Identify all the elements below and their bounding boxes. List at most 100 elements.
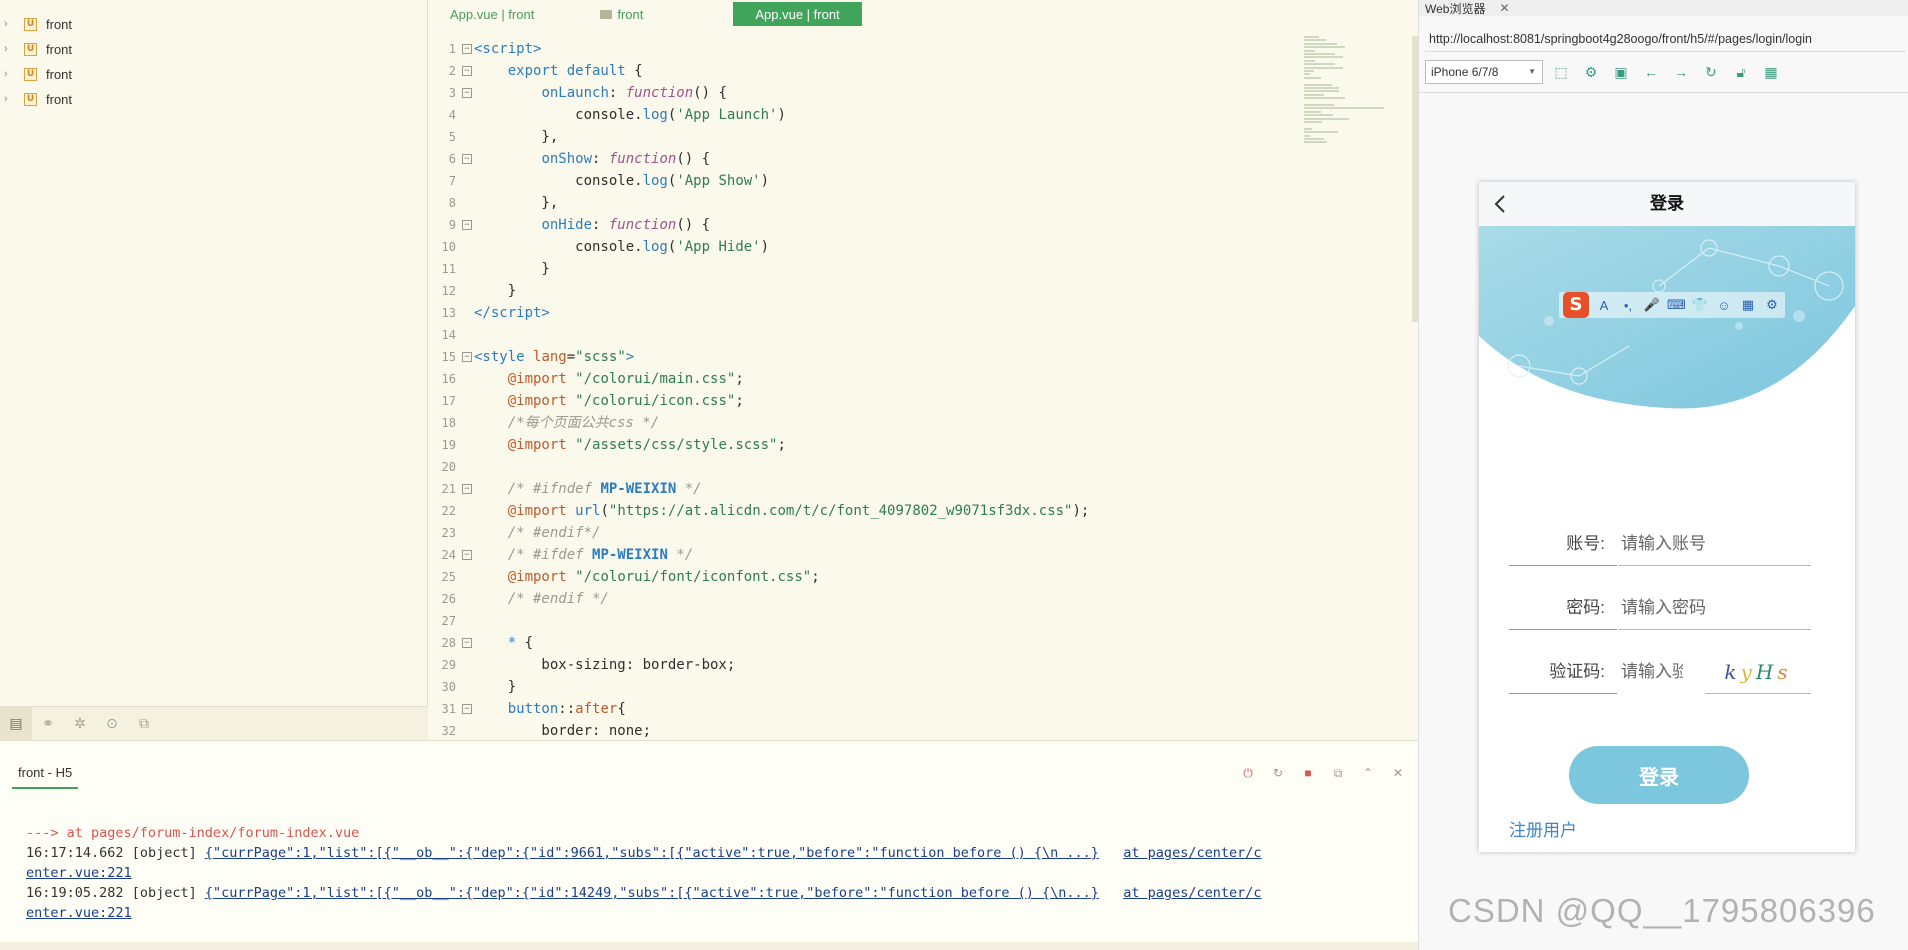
log-json-link[interactable]: {"currPage":1,"list":[{"__ob__":{"dep":{… <box>205 885 1099 901</box>
account-input[interactable] <box>1619 522 1811 566</box>
copy-icon[interactable]: ⧉ <box>1330 765 1346 781</box>
qrcode-icon[interactable]: ▦ <box>1759 60 1783 84</box>
url-bar[interactable]: http://localhost:8081/springboot4g28oogo… <box>1425 26 1905 52</box>
code-line: 8 }, <box>428 192 1308 214</box>
fold-toggle-icon[interactable]: − <box>462 220 472 230</box>
stop-icon[interactable]: ⏻ <box>1240 765 1256 781</box>
log-source-link-cont[interactable]: enter.vue:221 <box>26 905 132 921</box>
captcha-image[interactable]: kyHs <box>1705 650 1811 694</box>
fold-toggle-icon[interactable]: − <box>462 154 472 164</box>
search-tab-icon[interactable]: ⊙ <box>96 707 128 741</box>
log-source-link[interactable]: at pages/center/c <box>1123 885 1261 901</box>
line-number: 19 <box>441 438 456 452</box>
web-browser-panel: Web浏览器 ✕ http://localhost:8081/springboo… <box>1418 0 1908 950</box>
debug-tab-icon[interactable]: ✲ <box>64 707 96 741</box>
code-line: 14 <box>428 324 1308 346</box>
project-tree-item[interactable]: › Ufront <box>0 37 428 61</box>
line-number: 29 <box>441 658 456 672</box>
editor-tabs: App.vue | front front App.vue | front <box>428 0 1418 28</box>
log-json-link[interactable]: {"currPage":1,"list":[{"__ob__":{"dep":{… <box>205 845 1099 861</box>
fold-toggle-icon[interactable]: − <box>462 484 472 494</box>
login-button[interactable]: 登录 <box>1569 746 1749 804</box>
fold-toggle-icon[interactable]: − <box>462 44 472 54</box>
line-number: 9 <box>448 218 456 232</box>
history-tab-icon[interactable]: ⧉ <box>128 707 160 741</box>
line-number: 30 <box>441 680 456 694</box>
code-line: 24− /* #ifdef MP-WEIXIN */ <box>428 544 1308 566</box>
code-text: } <box>474 679 517 695</box>
code-minimap[interactable] <box>1300 36 1404 736</box>
project-tab-icon[interactable]: ▤ <box>0 706 32 741</box>
editor-tab-app-vue-active[interactable]: App.vue | front <box>733 2 862 26</box>
status-bar <box>0 942 1418 950</box>
code-line: 21− /* #ifndef MP-WEIXIN */ <box>428 478 1308 500</box>
code-line: 15− <style lang="scss"> <box>428 346 1308 368</box>
minimap-line <box>1304 117 1350 120</box>
ime-punctuation-icon[interactable]: •, <box>1619 298 1637 313</box>
ime-skin-icon[interactable]: 👕 <box>1691 297 1709 313</box>
fold-toggle-icon[interactable]: − <box>462 638 472 648</box>
lock-icon[interactable]: 🔓︎ <box>1729 60 1753 84</box>
code-line: 5 }, <box>428 126 1308 148</box>
fold-toggle-icon[interactable]: − <box>462 550 472 560</box>
screenshot-icon[interactable]: ⬚ <box>1549 60 1573 84</box>
password-input[interactable] <box>1619 586 1811 630</box>
browser-tab-bar: Web浏览器 ✕ <box>1419 0 1908 16</box>
collapse-icon[interactable]: ⌃ <box>1360 765 1376 781</box>
editor-tab-front[interactable]: front <box>556 2 665 26</box>
fold-toggle-icon[interactable]: − <box>462 88 472 98</box>
device-select[interactable]: iPhone 6/7/8 ▼ <box>1425 60 1543 84</box>
ime-apps-icon[interactable]: ▦ <box>1739 297 1757 313</box>
ime-keyboard-icon[interactable]: ⌨ <box>1667 297 1686 313</box>
code-text: onShow: function() { <box>541 151 711 167</box>
editor-tab-app-vue[interactable]: App.vue | front <box>428 2 556 26</box>
ime-mic-icon[interactable]: 🎤 <box>1643 297 1661 313</box>
restart-icon[interactable]: ↻ <box>1270 765 1286 781</box>
line-number: 3 <box>448 86 456 100</box>
fold-toggle-icon[interactable]: − <box>462 352 472 362</box>
register-link[interactable]: 注册用户 <box>1509 816 1577 841</box>
close-icon[interactable]: ✕ <box>1390 765 1406 781</box>
code-line: 1− <script> <box>428 38 1308 60</box>
console-log-line-cont: enter.vue:221 <box>26 863 1396 883</box>
folder-icon <box>600 9 613 19</box>
sogou-logo-icon[interactable]: S <box>1563 292 1589 318</box>
project-tree-item[interactable]: › Ufront <box>0 62 428 86</box>
line-number: 22 <box>441 504 456 518</box>
console-tab[interactable]: front - H5 <box>12 765 79 789</box>
line-number: 26 <box>441 592 456 606</box>
log-source-link-cont[interactable]: enter.vue:221 <box>26 865 132 881</box>
fold-toggle-icon[interactable]: − <box>462 704 472 714</box>
log-source-link[interactable]: at pages/center/c <box>1123 845 1261 861</box>
project-tree-item[interactable]: › Ufront <box>0 12 428 36</box>
ime-emoji-icon[interactable]: ☺ <box>1715 298 1733 313</box>
editor-tab-label: App.vue | front <box>755 6 840 22</box>
code-area[interactable]: 1− <script> 2− export default {3− onLaunch… <box>428 38 1308 739</box>
forward-icon[interactable]: → <box>1669 60 1693 84</box>
refresh-icon[interactable]: ↻ <box>1699 60 1723 84</box>
console-icon[interactable]: ▣ <box>1609 60 1633 84</box>
browser-toolbar: iPhone 6/7/8 ▼ ⬚ ⚙ ▣ ← → ↻ 🔓︎ ▦ <box>1425 60 1905 84</box>
ime-font-icon[interactable]: A <box>1595 298 1613 313</box>
fold-toggle-icon[interactable]: − <box>462 66 472 76</box>
minimap-line <box>1304 53 1335 55</box>
settings-icon[interactable]: ⚙ <box>1579 60 1603 84</box>
editor-tab-label: front <box>617 6 644 22</box>
browser-tab[interactable]: Web浏览器 ✕ <box>1425 0 1510 16</box>
login-banner-image <box>1479 226 1855 409</box>
close-icon[interactable]: ✕ <box>1499 1 1509 15</box>
line-number: 18 <box>441 416 456 430</box>
clear-icon[interactable]: ■ <box>1300 765 1316 781</box>
back-icon[interactable]: ← <box>1639 60 1663 84</box>
line-number: 6 <box>448 152 456 166</box>
code-text: /* #endif */ <box>507 591 609 607</box>
code-text: <style lang="scss"> <box>474 349 635 365</box>
phone-navbar: 登录 <box>1479 182 1855 226</box>
project-tree-item[interactable]: › Ufront <box>0 87 428 111</box>
captcha-label: 验证码: <box>1509 650 1617 694</box>
captcha-input[interactable] <box>1619 650 1683 694</box>
ime-settings-icon[interactable]: ⚙ <box>1763 297 1781 313</box>
plugins-tab-icon[interactable]: ⚭ <box>32 707 64 741</box>
line-number: 21 <box>441 482 456 496</box>
chevron-right-icon: › <box>4 18 8 30</box>
